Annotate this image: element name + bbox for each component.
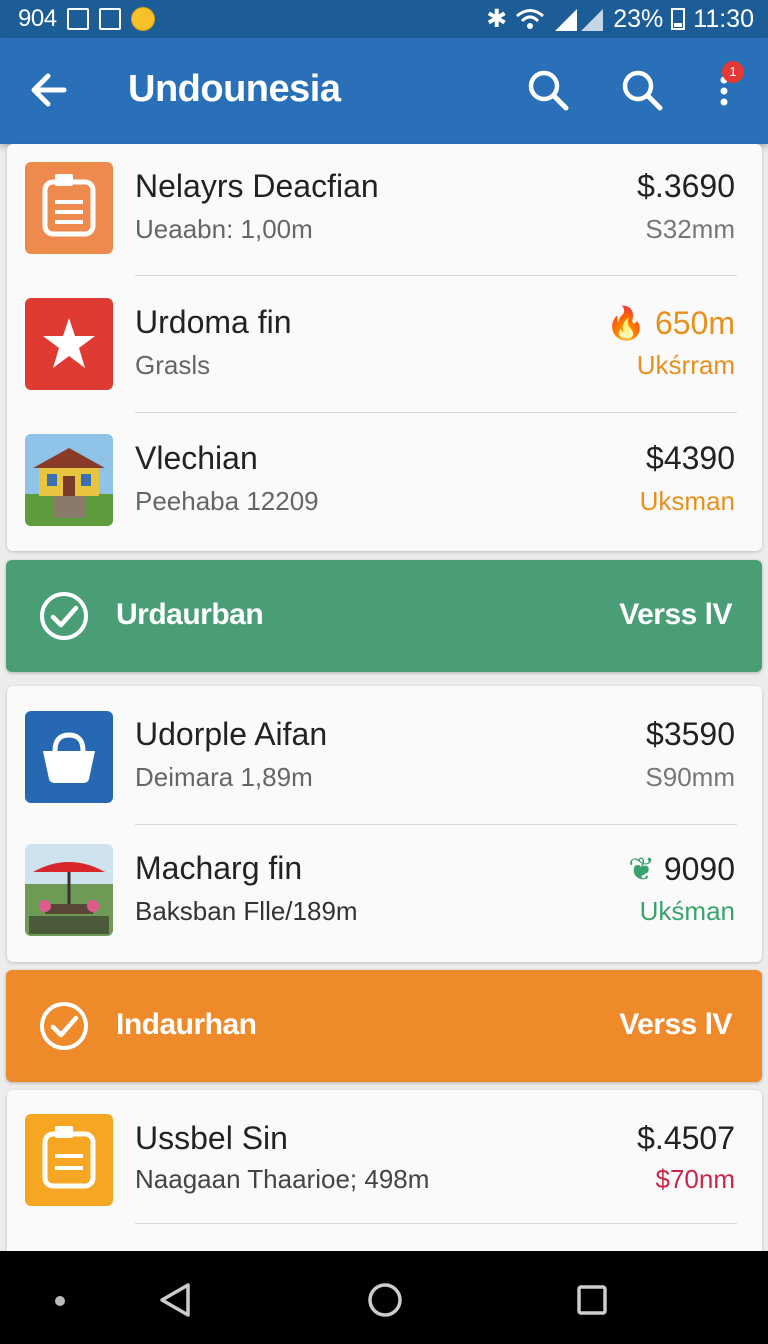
list-card-1: Nelayrs Deacfian Ueaabn: 1,00m $.3690 S3… bbox=[7, 144, 762, 551]
battery-percent: 23% bbox=[613, 4, 664, 33]
list-item[interactable]: Macharg fin Baksban Flle/189m ❦ 9090 Ukś… bbox=[7, 826, 762, 962]
item-unit: Ukśrram bbox=[636, 350, 735, 380]
list-item[interactable]: Urdoma fin Grasls 🔥 650m Ukśrram bbox=[7, 280, 762, 416]
patio-photo bbox=[25, 844, 113, 936]
item-price: $.3690 bbox=[637, 168, 735, 204]
house-photo bbox=[25, 434, 113, 526]
check-circle-icon bbox=[40, 1002, 88, 1050]
list-card-2: Udorple Aifan Deimara 1,89m $3590 S90mm … bbox=[7, 686, 762, 962]
wifi-icon bbox=[516, 9, 545, 29]
item-title: Vlechian bbox=[135, 440, 258, 476]
item-subtitle: Grasls bbox=[135, 350, 211, 380]
bluetooth-icon: ✱ bbox=[486, 5, 508, 33]
search-icon-secondary[interactable] bbox=[620, 68, 664, 112]
item-unit: S90mm bbox=[645, 762, 735, 792]
status-bar: 904 ✱ 23% 11:30 bbox=[0, 0, 768, 38]
item-price: $.4507 bbox=[637, 1120, 735, 1156]
banner-label: Urdaurban bbox=[116, 598, 264, 631]
banner-label: Indaurhan bbox=[116, 1008, 257, 1041]
star-icon bbox=[25, 298, 113, 390]
gallery-notification-icon bbox=[98, 8, 121, 30]
item-title: Urdoma fin bbox=[135, 304, 292, 340]
list-item[interactable]: Vlechian Peehaba 12209 $4390 Uksman bbox=[7, 416, 762, 552]
item-unit: $70nm bbox=[655, 1164, 736, 1194]
status-left-text: 904 bbox=[18, 5, 57, 32]
item-title: Ussbel Sin bbox=[135, 1120, 288, 1156]
item-unit: Ukśman bbox=[639, 896, 735, 926]
check-circle-icon bbox=[40, 592, 88, 640]
divider bbox=[135, 1223, 737, 1224]
divider bbox=[135, 275, 737, 276]
item-unit: S32mm bbox=[645, 214, 735, 244]
banner-action[interactable]: Verss lV bbox=[619, 1008, 732, 1042]
leaf-icon: ❦ bbox=[628, 851, 655, 887]
page-title: Undounesia bbox=[128, 68, 341, 110]
search-icon[interactable] bbox=[526, 68, 570, 112]
document-icon bbox=[25, 1114, 113, 1206]
battery-icon bbox=[671, 8, 686, 30]
item-price: ❦ 9090 bbox=[628, 851, 735, 887]
flame-icon: 🔥 bbox=[606, 305, 647, 341]
item-title: Nelayrs Deacfian bbox=[135, 168, 379, 204]
item-price: $3590 bbox=[646, 716, 735, 752]
basket-icon bbox=[25, 711, 113, 803]
section-banner-green[interactable]: Urdaurban Verss lV bbox=[6, 560, 762, 672]
item-subtitle: Baksban Flle/189m bbox=[135, 896, 358, 926]
item-subtitle: Deimara 1,89m bbox=[135, 762, 313, 792]
system-nav-bar bbox=[0, 1251, 768, 1344]
recents-nav-icon[interactable] bbox=[564, 1271, 620, 1327]
home-nav-icon[interactable] bbox=[357, 1271, 413, 1327]
item-title: Udorple Aifan bbox=[135, 716, 328, 752]
back-nav-icon[interactable] bbox=[148, 1271, 204, 1327]
section-banner-orange[interactable]: Indaurhan Verss lV bbox=[6, 970, 762, 1082]
list-item[interactable]: Nelayrs Deacfian Ueaabn: 1,00m $.3690 S3… bbox=[7, 144, 762, 280]
clock: 11:30 bbox=[693, 4, 754, 33]
list-item[interactable]: Udorple Aifan Deimara 1,89m $3590 S90mm bbox=[7, 686, 762, 822]
signal-icon bbox=[555, 9, 604, 31]
emoji-notification-icon bbox=[130, 7, 155, 31]
app-bar: Undounesia bbox=[0, 38, 768, 144]
item-subtitle: Naagaan Thaarioe; 498m bbox=[135, 1164, 430, 1194]
divider bbox=[135, 824, 737, 825]
back-arrow-icon[interactable] bbox=[24, 68, 80, 112]
item-subtitle: Peehaba 12209 bbox=[135, 486, 319, 516]
notification-badge: 1 bbox=[722, 61, 744, 83]
list-card-3: Ussbel Sin Naagaan Thaarioe; 498m $.4507… bbox=[7, 1090, 762, 1260]
divider bbox=[135, 412, 737, 413]
dot-icon bbox=[55, 1296, 65, 1306]
list-item[interactable]: Ussbel Sin Naagaan Thaarioe; 498m $.4507… bbox=[7, 1090, 762, 1226]
banner-action[interactable]: Verss lV bbox=[619, 598, 732, 632]
item-price: $4390 bbox=[646, 440, 735, 476]
item-title: Macharg fin bbox=[135, 850, 303, 886]
item-price: 🔥 650m bbox=[606, 305, 735, 341]
document-icon bbox=[25, 162, 113, 254]
item-subtitle: Ueaabn: 1,00m bbox=[135, 214, 313, 244]
image-notification-icon bbox=[66, 8, 89, 30]
item-unit: Uksman bbox=[639, 486, 735, 516]
